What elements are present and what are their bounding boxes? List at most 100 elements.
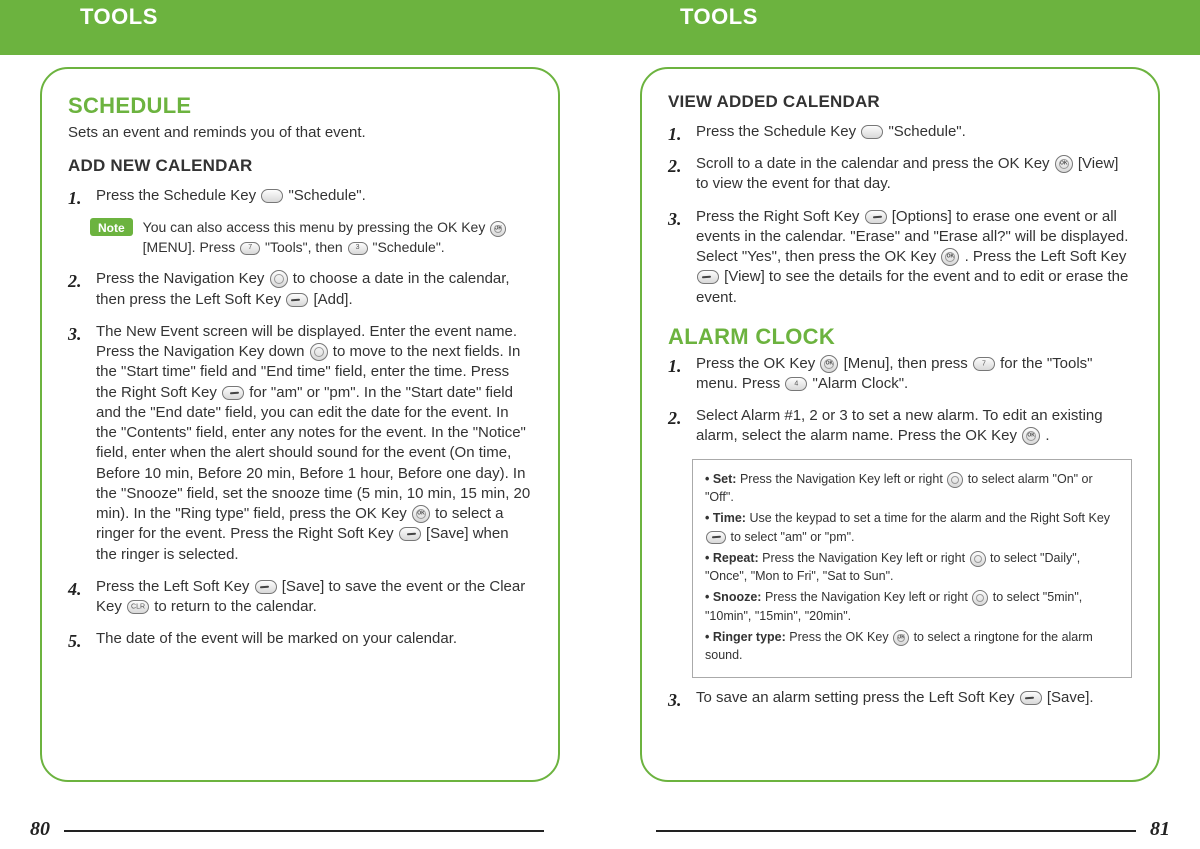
ok-key-icon	[1055, 155, 1073, 173]
ok-key-icon	[1022, 427, 1040, 445]
alarm-step-1: Press the OK Key [Menu], then press for …	[668, 354, 1132, 395]
schedule-step-4: Press the Left Soft Key [Save] to save t…	[68, 577, 532, 618]
text: [Save].	[1047, 689, 1094, 706]
view-steps: Press the Schedule Key "Schedule". Scrol…	[668, 122, 1132, 308]
alarm-step-3: To save an alarm setting press the Left …	[668, 688, 1132, 708]
nav-key-icon	[947, 472, 963, 488]
page-number-left: 80	[20, 818, 60, 841]
alarm-steps: Press the OK Key [Menu], then press for …	[668, 354, 1132, 447]
view-step-1: Press the Schedule Key "Schedule".	[668, 122, 1132, 142]
ok-key-icon	[412, 505, 430, 523]
text: . Press the Left Soft Key	[965, 248, 1127, 265]
nav-key-icon	[972, 590, 988, 606]
add-new-calendar-title: ADD NEW CALENDAR	[68, 155, 532, 178]
schedule-step-3: The New Event screen will be displayed. …	[68, 322, 532, 565]
schedule-steps: Press the Schedule Key "Schedule".	[68, 186, 532, 206]
key-7-icon	[973, 357, 995, 371]
text: The date of the event will be marked on …	[96, 630, 457, 647]
schedule-title: SCHEDULE	[68, 91, 532, 121]
text: You can also access this menu by pressin…	[143, 219, 490, 235]
right-soft-key-icon	[222, 386, 244, 400]
text: Press the Schedule Key	[696, 123, 860, 140]
alarm-options-box: • Set: Press the Navigation Key left or …	[692, 459, 1132, 679]
view-step-2: Scroll to a date in the calendar and pre…	[668, 154, 1132, 195]
page-right: TOOLS VIEW ADDED CALENDAR Press the Sche…	[600, 0, 1200, 849]
option-snooze: • Snooze: Press the Navigation Key left …	[705, 588, 1119, 626]
schedule-desc: Sets an event and reminds you of that ev…	[68, 123, 532, 143]
content-panel-left: SCHEDULE Sets an event and reminds you o…	[40, 67, 560, 782]
option-ringer: • Ringer type: Press the OK Key to selec…	[705, 628, 1119, 666]
text: "Alarm Clock".	[813, 375, 909, 392]
text: "Schedule".	[288, 187, 365, 204]
schedule-step-1: Press the Schedule Key "Schedule".	[68, 186, 532, 206]
ok-key-icon	[893, 630, 909, 646]
option-time: • Time: Use the keypad to set a time for…	[705, 509, 1119, 547]
ok-key-icon	[820, 355, 838, 373]
text: Use the keypad to set a time for the ala…	[749, 511, 1110, 525]
note-badge: Note	[90, 218, 133, 236]
text: Press the Navigation Key left or right	[762, 551, 968, 565]
schedule-steps-cont: Press the Navigation Key to choose a dat…	[68, 269, 532, 649]
key-7-icon	[240, 242, 260, 255]
text: Press the Navigation Key	[96, 270, 269, 287]
page-left: TOOLS SCHEDULE Sets an event and reminds…	[0, 0, 600, 849]
left-soft-key-icon	[255, 580, 277, 594]
text: .	[1045, 427, 1049, 444]
text: [MENU]. Press	[143, 239, 239, 255]
right-soft-key-icon	[865, 210, 887, 224]
text: "Schedule".	[372, 239, 444, 255]
label: • Set:	[705, 472, 740, 486]
schedule-key-icon	[861, 125, 883, 139]
text: [Add].	[313, 291, 352, 308]
nav-key-icon	[970, 551, 986, 567]
label: • Repeat:	[705, 551, 762, 565]
key-3-icon	[348, 242, 368, 255]
left-soft-key-icon	[1020, 691, 1042, 705]
schedule-step-2: Press the Navigation Key to choose a dat…	[68, 269, 532, 310]
text: Scroll to a date in the calendar and pre…	[696, 155, 1054, 172]
alarm-step-2: Select Alarm #1, 2 or 3 to set a new ala…	[668, 406, 1132, 447]
text: To save an alarm setting press the Left …	[696, 689, 1019, 706]
right-soft-key-icon	[706, 531, 726, 544]
clear-key-icon	[127, 600, 149, 614]
schedule-key-icon	[261, 189, 283, 203]
key-4-icon	[785, 377, 807, 391]
nav-key-down-icon	[310, 343, 328, 361]
header-title-right: TOOLS	[640, 0, 1160, 55]
label: • Time:	[705, 511, 749, 525]
note-text: You can also access this menu by pressin…	[143, 218, 532, 257]
text: Press the OK Key	[696, 355, 819, 372]
text: Press the OK Key	[789, 630, 892, 644]
content-panel-right: VIEW ADDED CALENDAR Press the Schedule K…	[640, 67, 1160, 782]
text: to select "am" or "pm".	[730, 530, 854, 544]
header-title-left: TOOLS	[40, 0, 560, 55]
ok-key-icon	[941, 248, 959, 266]
text: to return to the calendar.	[154, 598, 317, 615]
left-soft-key-icon	[697, 270, 719, 284]
nav-key-icon	[270, 270, 288, 288]
page-spread: TOOLS SCHEDULE Sets an event and reminds…	[0, 0, 1200, 849]
text: Select Alarm #1, 2 or 3 to set a new ala…	[696, 407, 1103, 444]
left-soft-key-icon	[286, 293, 308, 307]
note-box: Note You can also access this menu by pr…	[90, 218, 532, 257]
text: Press the Navigation Key left or right	[765, 590, 971, 604]
text: for "am" or "pm". In the "Start date" fi…	[96, 384, 530, 523]
text: "Tools", then	[265, 239, 347, 255]
text: Press the Schedule Key	[96, 187, 260, 204]
text: Press the Navigation Key left or right	[740, 472, 946, 486]
page-number-right: 81	[1140, 818, 1180, 841]
label: • Ringer type:	[705, 630, 789, 644]
view-added-calendar-title: VIEW ADDED CALENDAR	[668, 91, 1132, 114]
text: Press the Left Soft Key	[96, 578, 254, 595]
text: "Schedule".	[888, 123, 965, 140]
option-repeat: • Repeat: Press the Navigation Key left …	[705, 549, 1119, 587]
alarm-clock-title: ALARM CLOCK	[668, 322, 1132, 352]
option-set: • Set: Press the Navigation Key left or …	[705, 470, 1119, 508]
schedule-step-5: The date of the event will be marked on …	[68, 629, 532, 649]
alarm-steps-cont: To save an alarm setting press the Left …	[668, 688, 1132, 708]
view-step-3: Press the Right Soft Key [Options] to er…	[668, 207, 1132, 308]
text: [View] to see the details for the event …	[696, 268, 1128, 305]
ok-key-icon	[490, 221, 506, 237]
text: Press the Right Soft Key	[696, 208, 864, 225]
label: • Snooze:	[705, 590, 765, 604]
